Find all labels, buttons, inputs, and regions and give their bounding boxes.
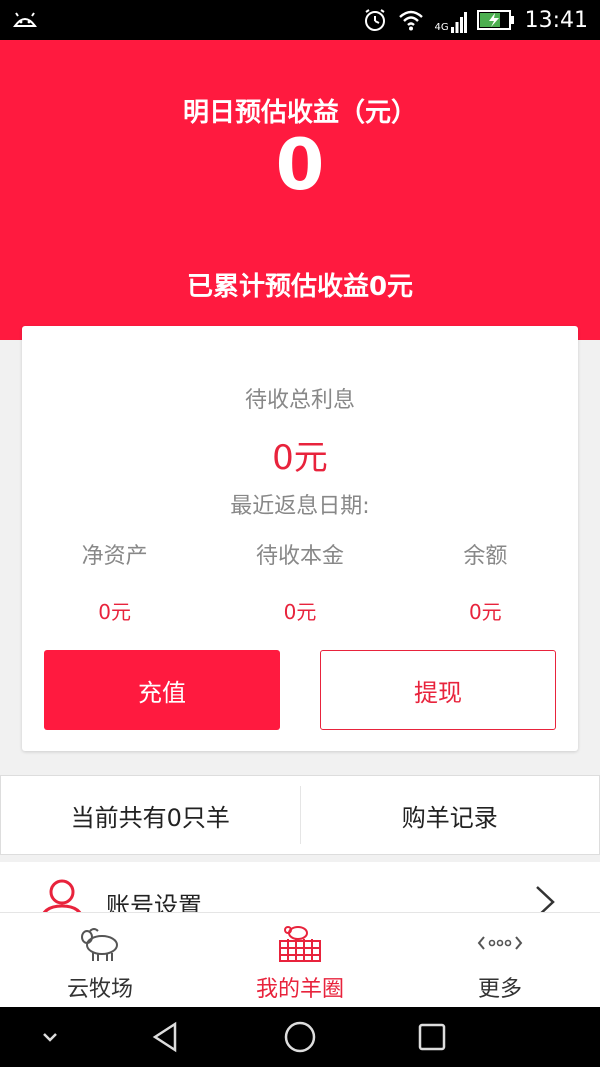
tab-my-sheepfold[interactable]: 我的羊圈	[200, 913, 400, 1007]
pending-principal: 待收本金 0元	[207, 538, 392, 625]
purchase-records-button[interactable]: 购羊记录	[301, 776, 600, 854]
wifi-icon	[399, 10, 424, 31]
cumulative-earnings: 已累计预估收益0元	[186, 272, 414, 302]
signal-4g-icon: 4G	[434, 7, 467, 33]
chevron-down-icon[interactable]	[32, 1019, 68, 1055]
tab-cloud-ranch[interactable]: 云牧场	[0, 913, 200, 1007]
net-assets-value: 0元	[98, 600, 132, 624]
battery-charging-icon	[476, 10, 514, 30]
balance-label: 余额	[463, 544, 508, 569]
pending-interest-label: 待收总利息	[244, 388, 355, 413]
sheep-records-row: 当前共有0只羊 购羊记录	[0, 775, 600, 855]
recent-interest-date-label: 最近返息日期:	[230, 494, 370, 519]
pending-principal-label: 待收本金	[255, 544, 344, 569]
back-icon[interactable]	[148, 1019, 184, 1055]
sheep-icon	[81, 928, 118, 961]
recharge-button[interactable]: 充值	[44, 650, 280, 730]
system-nav-bar	[0, 1007, 600, 1067]
sheepfold-icon	[279, 926, 321, 962]
withdraw-button[interactable]: 提现	[320, 650, 556, 730]
balance-value: 0元	[468, 600, 502, 624]
net-assets-label: 净资产	[81, 544, 148, 569]
sheep-count-button[interactable]: 当前共有0只羊	[1, 776, 300, 854]
pending-principal-value: 0元	[283, 600, 317, 624]
alarm-icon	[365, 9, 386, 31]
status-bar: 4G 13:41	[0, 0, 600, 40]
recents-icon[interactable]	[414, 1019, 450, 1055]
pending-interest-value: 0元	[272, 438, 328, 478]
more-icon	[477, 936, 523, 950]
balance: 余额 0元	[393, 538, 578, 625]
tab-cloud-ranch-label: 云牧场	[66, 977, 133, 1002]
network-type: 4G	[434, 22, 449, 33]
home-icon[interactable]	[282, 1019, 318, 1055]
tab-my-sheepfold-label: 我的羊圈	[255, 977, 344, 1002]
tab-more-label: 更多	[477, 977, 522, 1002]
bottom-tab-bar: 云牧场 我的羊圈 更多	[0, 912, 600, 1007]
clock: 13:41	[524, 7, 588, 33]
tab-more[interactable]: 更多	[400, 913, 600, 1007]
net-assets: 净资产 0元	[22, 538, 207, 625]
summary-columns: 净资产 0元 待收本金 0元 余额 0元	[22, 538, 578, 625]
earnings-header: 明日预估收益（元） 0 已累计预估收益0元	[0, 40, 600, 340]
account-summary-card: 待收总利息 0元 最近返息日期: 净资产 0元 待收本金 0元 余额 0元 充值…	[22, 326, 578, 751]
tomorrow-earnings-value: 0	[275, 124, 325, 206]
android-debug-icon	[13, 12, 37, 27]
